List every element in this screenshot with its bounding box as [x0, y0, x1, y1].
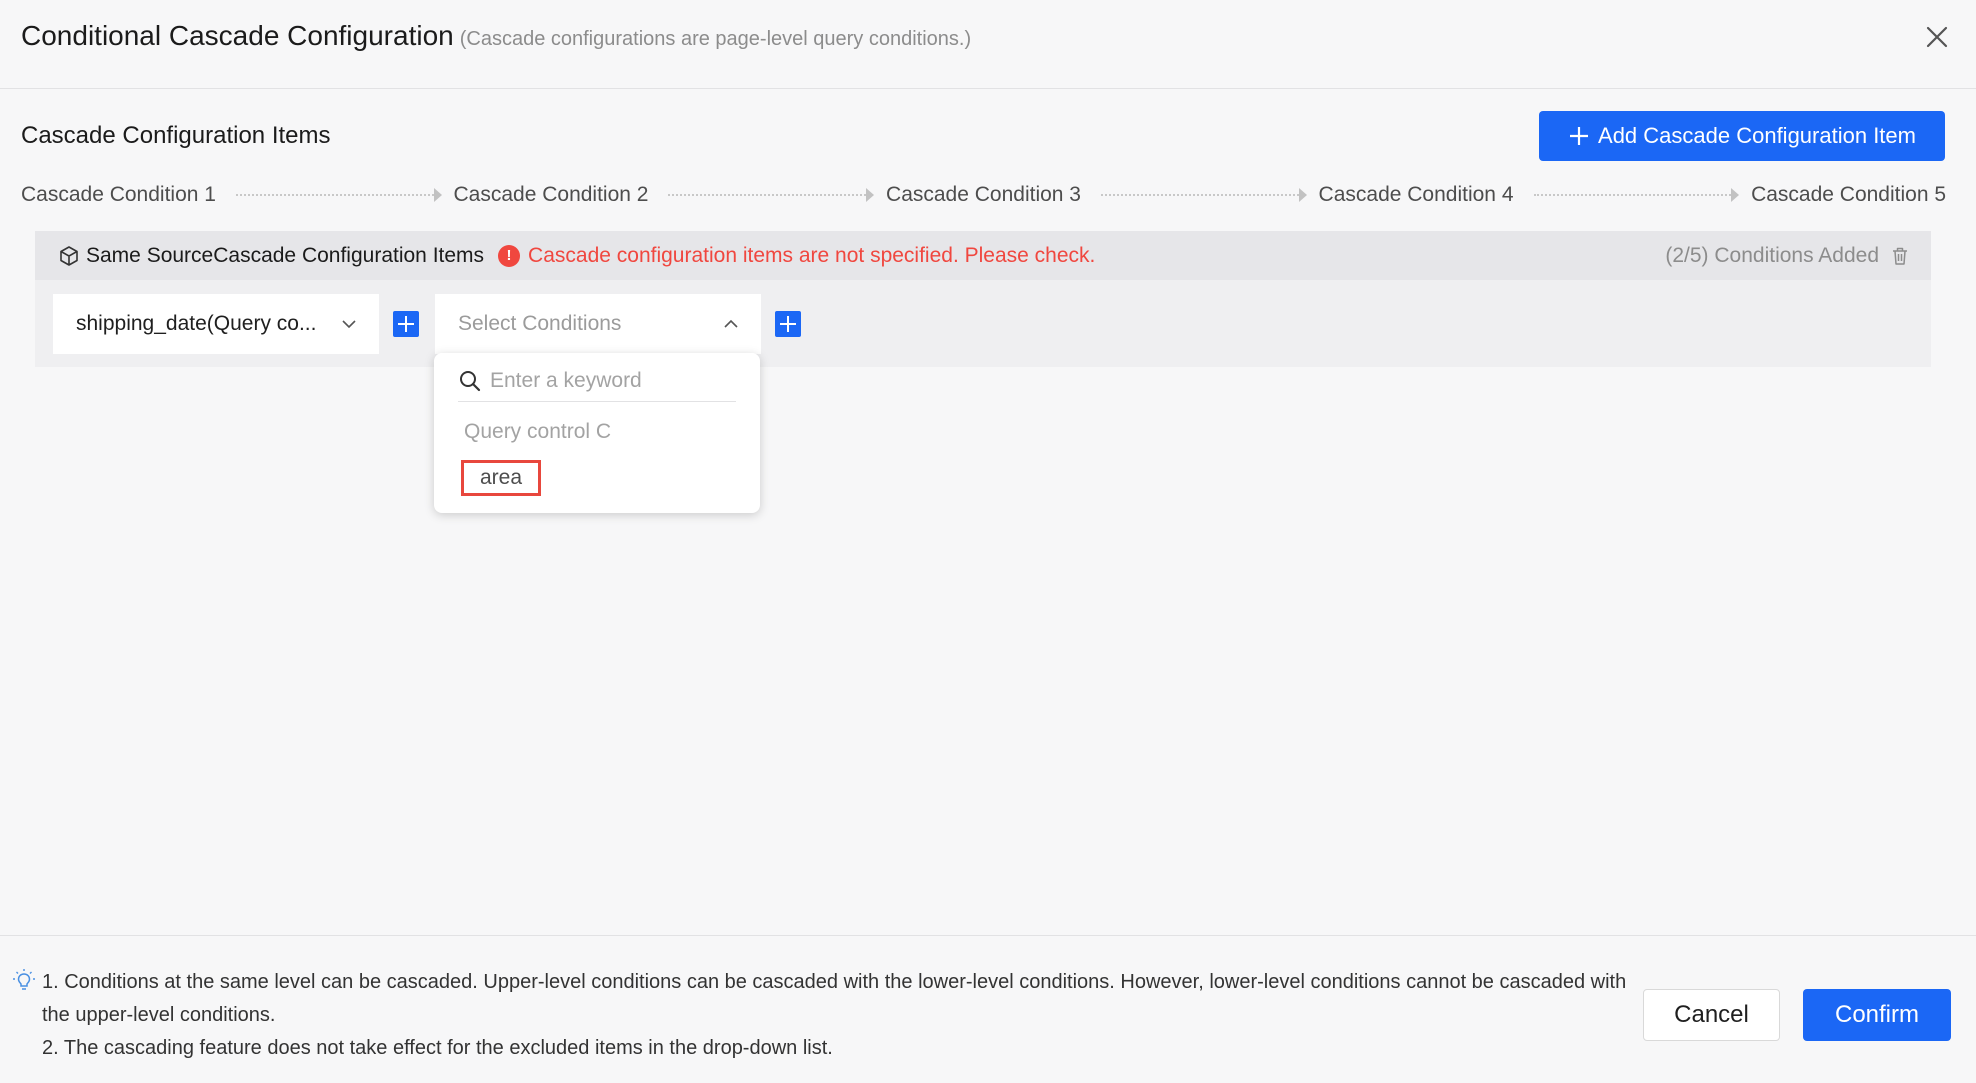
lightbulb-icon	[13, 969, 35, 990]
plus-icon	[1570, 127, 1589, 145]
step-connector	[668, 188, 875, 202]
step-label-4: Cascade Condition 4	[1318, 183, 1514, 206]
step-label-1: Cascade Condition 1	[21, 183, 216, 206]
condition-1-value: shipping_date(Query co...	[76, 312, 317, 335]
error-icon: !	[498, 244, 521, 267]
cascade-group-label: Same SourceCascade Configuration Items	[86, 243, 485, 267]
conditions-dropdown: Query control C area	[434, 353, 760, 513]
cascade-group-header: Same SourceCascade Configuration Items !…	[35, 231, 1931, 280]
validation-error-text: Cascade configuration items are not spec…	[528, 243, 1096, 267]
step-connector	[1533, 188, 1740, 202]
add-condition-button[interactable]	[393, 311, 419, 337]
plus-icon	[398, 316, 414, 332]
dropdown-group-label: Query control C	[464, 420, 612, 443]
arrow-right-icon	[1731, 188, 1740, 202]
footer-note-1: 1. Conditions at the same level can be c…	[42, 971, 1627, 1026]
arrow-right-icon	[1298, 188, 1307, 202]
step-label-5: Cascade Condition 5	[1751, 183, 1947, 206]
footer-note-2: 2. The cascading feature does not take e…	[42, 1037, 833, 1059]
dropdown-search	[458, 361, 736, 402]
footer-notes: 1. Conditions at the same level can be c…	[42, 966, 1642, 1065]
keyword-search-input[interactable]	[490, 369, 720, 393]
dialog-title-text: Conditional Cascade Configuration	[21, 20, 454, 51]
confirm-button[interactable]: Confirm	[1803, 989, 1951, 1041]
conditions-count: (2/5) Conditions Added	[1665, 244, 1879, 267]
condition-2-placeholder: Select Conditions	[458, 312, 622, 335]
search-icon	[460, 371, 481, 392]
step-label-3: Cascade Condition 3	[886, 183, 1081, 206]
dialog-header: Conditional Cascade Configuration (Cascad…	[0, 0, 1976, 89]
cascade-steps: Cascade Condition 1 Cascade Condition 2 …	[21, 180, 1946, 210]
chevron-down-icon	[342, 320, 356, 329]
step-connector	[1101, 188, 1307, 202]
chevron-up-icon	[724, 319, 738, 328]
trash-icon[interactable]	[1889, 245, 1911, 267]
section-title: Cascade Configuration Items	[21, 122, 331, 149]
condition-1-select[interactable]: shipping_date(Query co...	[53, 294, 379, 354]
cascade-group: Same SourceCascade Configuration Items !…	[35, 231, 1931, 367]
arrow-right-icon	[866, 188, 875, 202]
dropdown-option-area[interactable]: area	[461, 460, 541, 496]
dialog-title-hint: (Cascade configurations are page-level q…	[459, 28, 972, 50]
add-cascade-item-button[interactable]: Add Cascade Configuration Item	[1539, 111, 1945, 161]
dialog-title: Conditional Cascade Configuration (Cascad…	[21, 20, 971, 52]
add-condition-button[interactable]	[775, 311, 801, 337]
plus-icon	[780, 316, 796, 332]
cancel-button[interactable]: Cancel	[1643, 989, 1780, 1041]
step-connector	[235, 188, 442, 202]
cube-icon	[58, 245, 80, 267]
add-cascade-item-label: Add Cascade Configuration Item	[1598, 123, 1916, 148]
dialog-footer: 1. Conditions at the same level can be c…	[0, 935, 1976, 1083]
condition-2-select[interactable]: Select Conditions	[435, 294, 761, 354]
close-icon[interactable]	[1922, 22, 1952, 52]
step-label-2: Cascade Condition 2	[453, 183, 649, 206]
arrow-right-icon	[433, 188, 442, 202]
